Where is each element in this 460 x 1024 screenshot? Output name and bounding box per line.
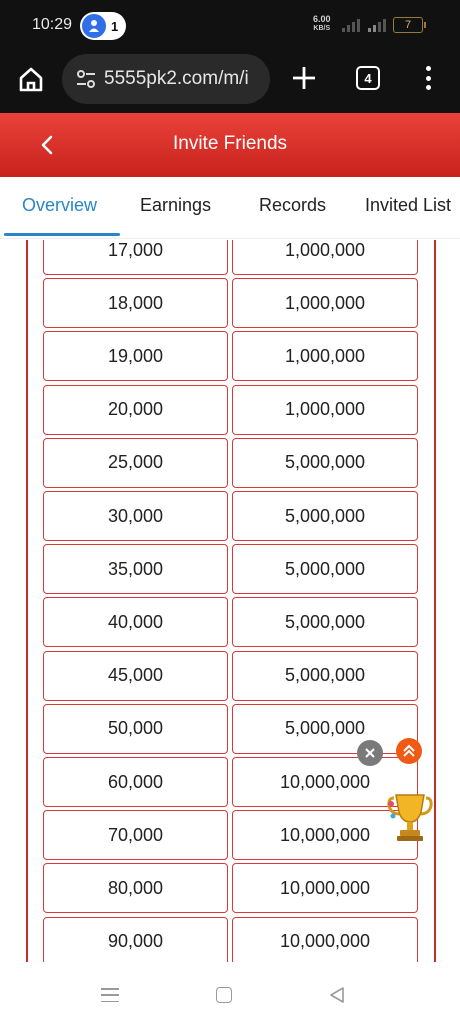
invite-count-cell: 60,000 xyxy=(43,757,228,807)
invite-count-cell: 25,000 xyxy=(43,437,228,488)
rewards-table[interactable]: 17,000 1,000,000 18,000 1,000,000 19,000 1,00… xyxy=(26,240,436,962)
reward-amount-cell: 5,000,000 xyxy=(232,437,418,488)
site-settings-icon[interactable] xyxy=(74,67,98,91)
trophy-icon[interactable] xyxy=(386,792,434,842)
reward-amount-cell: 5,000,000 xyxy=(232,544,418,595)
reward-amount-cell: 5,000,000 xyxy=(232,491,418,541)
table-row: 90,000 10,000,000 xyxy=(28,916,434,962)
tab-earnings[interactable]: Earnings xyxy=(140,195,211,216)
tab-overview[interactable]: Overview xyxy=(22,195,97,216)
tab-switcher-button[interactable]: 4 xyxy=(356,66,380,90)
invite-count-cell: 35,000 xyxy=(43,544,228,595)
invite-count-cell: 19,000 xyxy=(43,331,228,382)
table-row: 40,000 5,000,000 xyxy=(28,597,434,648)
close-float-button[interactable] xyxy=(357,740,383,766)
battery-icon: 7 xyxy=(393,17,426,33)
table-row: 18,000 1,000,000 xyxy=(28,278,434,329)
invite-count-cell: 45,000 xyxy=(43,650,228,701)
system-back-icon[interactable] xyxy=(328,986,346,1004)
table-row: 30,000 5,000,000 xyxy=(28,491,434,541)
reward-amount-cell: 1,000,000 xyxy=(232,278,418,329)
page-header: Invite Friends xyxy=(0,113,460,177)
recent-apps-icon[interactable] xyxy=(101,988,121,1002)
system-nav-bar xyxy=(0,962,460,1024)
page-title: Invite Friends xyxy=(172,133,288,154)
invite-count-cell: 80,000 xyxy=(43,863,228,914)
reward-amount-cell: 5,000,000 xyxy=(232,597,418,648)
table-row: 80,000 10,000,000 xyxy=(28,863,434,914)
invite-count-cell: 18,000 xyxy=(43,278,228,329)
battery-level: 7 xyxy=(404,19,412,31)
reward-amount-cell: 5,000,000 xyxy=(232,650,418,701)
table-row: 25,000 5,000,000 xyxy=(28,437,434,488)
invite-count-cell: 20,000 xyxy=(43,384,228,435)
scroll-top-button[interactable] xyxy=(396,738,422,764)
signal-4g-icon xyxy=(368,18,386,32)
new-tab-icon[interactable] xyxy=(290,64,318,92)
hotspot-icon xyxy=(82,14,106,38)
reward-amount-cell: 10,000,000 xyxy=(232,916,418,962)
reward-amount-cell: 1,000,000 xyxy=(232,331,418,382)
home-icon[interactable] xyxy=(16,64,46,94)
table-row: 35,000 5,000,000 xyxy=(28,544,434,595)
tab-bar: Overview Earnings Records Invited List xyxy=(0,177,460,239)
tab-records[interactable]: Records xyxy=(259,195,326,216)
tab-invited-list[interactable]: Invited List xyxy=(365,195,451,216)
double-chevron-up-icon xyxy=(403,744,415,757)
invite-count-cell: 50,000 xyxy=(43,703,228,754)
url-text[interactable]: 5555pk2.com/m/i xyxy=(104,68,264,90)
table-row: 19,000 1,000,000 xyxy=(28,331,434,382)
tab-count: 4 xyxy=(364,70,372,86)
invite-count-cell: 30,000 xyxy=(43,491,228,541)
close-icon xyxy=(365,748,375,758)
reward-amount-cell: 10,000,000 xyxy=(232,863,418,914)
invite-count-cell: 40,000 xyxy=(43,597,228,648)
table-row: 70,000 10,000,000 xyxy=(28,810,434,861)
reward-amount-cell: 5,000,000 xyxy=(232,703,418,754)
browser-toolbar: 5555pk2.com/m/i 4 xyxy=(0,50,460,113)
invite-count-cell: 90,000 xyxy=(43,916,228,962)
screen: 10:29 1 6.00 KB/S 7 5555pk2.com/m/i 4 In… xyxy=(0,0,460,1024)
net-speed-value: 6.00 xyxy=(313,14,331,24)
table-row: 20,000 1,000,000 xyxy=(28,384,434,435)
invite-count-cell: 17,000 xyxy=(43,240,228,275)
system-home-icon[interactable] xyxy=(216,987,232,1003)
more-menu-icon[interactable] xyxy=(420,64,436,92)
table-row: 17,000 1,000,000 xyxy=(28,240,434,275)
status-time: 10:29 xyxy=(32,16,73,33)
invite-count-cell: 70,000 xyxy=(43,810,228,861)
address-bar[interactable]: 5555pk2.com/m/i xyxy=(62,54,270,104)
reward-amount-cell: 1,000,000 xyxy=(232,240,418,275)
hotspot-count: 1 xyxy=(111,18,119,34)
signal-icon xyxy=(342,18,360,32)
reward-amount-cell: 1,000,000 xyxy=(232,384,418,435)
status-bar: 10:29 1 6.00 KB/S 7 xyxy=(0,0,460,50)
net-speed: 6.00 KB/S xyxy=(313,15,331,33)
active-tab-indicator xyxy=(4,233,120,236)
table-row: 45,000 5,000,000 xyxy=(28,650,434,701)
net-speed-unit: KB/S xyxy=(313,25,331,32)
hotspot-indicator: 1 xyxy=(80,12,126,40)
